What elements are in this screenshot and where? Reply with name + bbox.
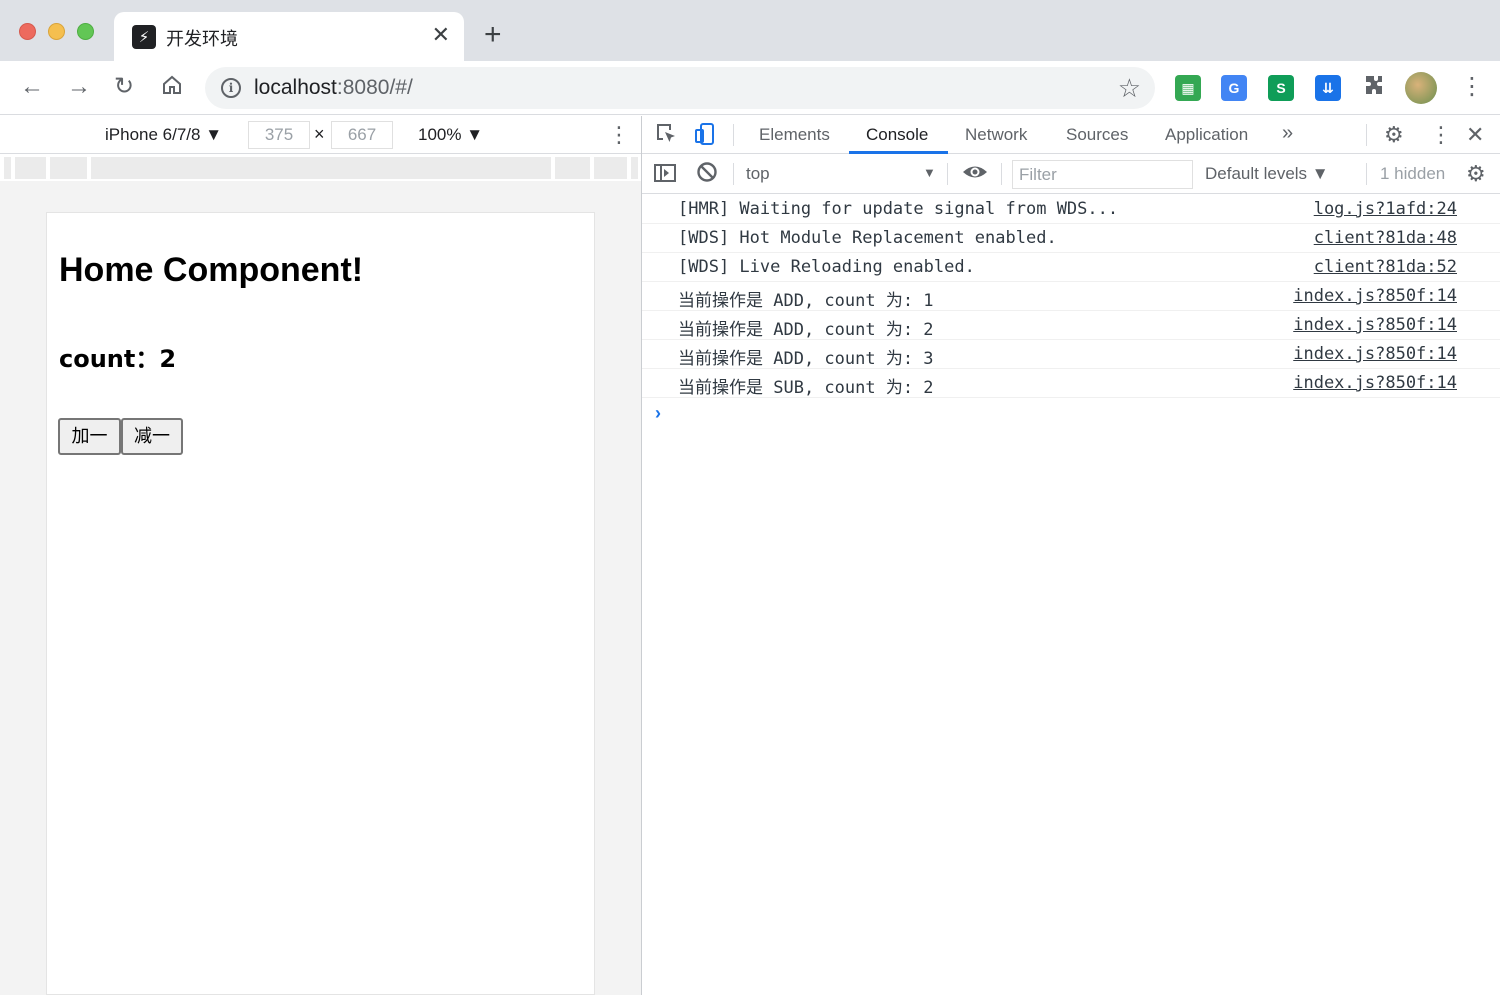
tab-title: 开发环境 bbox=[166, 29, 238, 50]
clear-console-icon[interactable] bbox=[696, 161, 718, 189]
grid-extension-icon[interactable]: ▦ bbox=[1175, 75, 1201, 101]
console-message: 当前操作是 ADD, count 为: 3 index.js?850f:14 bbox=[642, 340, 1500, 369]
more-tabs-icon[interactable]: » bbox=[1282, 122, 1293, 145]
device-select[interactable]: iPhone 6/7/8 ▼ bbox=[105, 125, 222, 145]
log-levels-select[interactable]: Default levels ▼ bbox=[1205, 164, 1329, 184]
tab-console[interactable]: Console bbox=[866, 125, 928, 145]
console-toolbar: top ▼ Filter Default levels ▼ 1 hidden ⚙ bbox=[642, 155, 1500, 194]
console-message: [WDS] Live Reloading enabled. client?81d… bbox=[642, 253, 1500, 282]
source-link[interactable]: log.js?1afd:24 bbox=[1314, 199, 1457, 219]
reload-icon[interactable]: ↻ bbox=[114, 73, 134, 101]
back-icon[interactable]: ← bbox=[20, 73, 44, 101]
console-settings-icon[interactable]: ⚙ bbox=[1466, 161, 1486, 187]
minimize-window-button[interactable] bbox=[48, 23, 65, 40]
device-menu-icon[interactable]: ⋮ bbox=[608, 122, 630, 148]
zoom-select[interactable]: 100% ▼ bbox=[418, 125, 483, 145]
chevron-down-icon: ▼ bbox=[923, 165, 936, 180]
browser-toolbar: ← → ↻ i localhost:8080/#/ ☆ ▦ G S ⇊ ⋮ bbox=[0, 61, 1500, 115]
media-query-ruler[interactable] bbox=[0, 155, 641, 181]
new-tab-icon[interactable]: + bbox=[484, 20, 502, 50]
console-message: 当前操作是 ADD, count 为: 1 index.js?850f:14 bbox=[642, 282, 1500, 311]
page-title: Home Component! bbox=[59, 251, 364, 289]
context-select[interactable]: top bbox=[746, 164, 770, 184]
eye-icon[interactable] bbox=[962, 161, 988, 189]
home-icon[interactable] bbox=[160, 73, 184, 104]
source-link[interactable]: index.js?850f:14 bbox=[1293, 373, 1457, 393]
browser-tab[interactable]: ⚡ 开发环境 ✕ bbox=[114, 12, 464, 61]
address-bar[interactable]: i localhost:8080/#/ ☆ bbox=[205, 67, 1155, 109]
info-icon[interactable]: i bbox=[221, 78, 241, 98]
console-message: 当前操作是 ADD, count 为: 2 index.js?850f:14 bbox=[642, 311, 1500, 340]
s-extension-icon[interactable]: S bbox=[1268, 75, 1294, 101]
source-link[interactable]: client?81da:52 bbox=[1314, 257, 1457, 277]
browser-menu-icon[interactable]: ⋮ bbox=[1460, 73, 1484, 101]
device-toolbar: iPhone 6/7/8 ▼ 375 × 667 100% ▼ ⋮ bbox=[0, 116, 641, 154]
filter-input[interactable]: Filter bbox=[1012, 160, 1193, 189]
close-devtools-icon[interactable]: ✕ bbox=[1466, 122, 1484, 148]
url-text[interactable]: localhost:8080/#/ bbox=[254, 76, 413, 100]
console-message: [WDS] Hot Module Replacement enabled. cl… bbox=[642, 224, 1500, 253]
tab-network[interactable]: Network bbox=[965, 125, 1027, 145]
settings-gear-icon[interactable]: ⚙ bbox=[1384, 122, 1404, 148]
close-window-button[interactable] bbox=[19, 23, 36, 40]
translate-extension-icon[interactable]: G bbox=[1221, 75, 1247, 101]
tab-strip: ⚡ 开发环境 ✕ + bbox=[0, 0, 1500, 61]
download-extension-icon[interactable]: ⇊ bbox=[1315, 75, 1341, 101]
hidden-count: 1 hidden bbox=[1380, 164, 1446, 183]
source-link[interactable]: index.js?850f:14 bbox=[1293, 315, 1457, 335]
profile-avatar[interactable] bbox=[1405, 72, 1437, 104]
zoom-window-button[interactable] bbox=[77, 23, 94, 40]
bookmark-star-icon[interactable]: ☆ bbox=[1118, 73, 1141, 104]
console-message: 当前操作是 SUB, count 为: 2 index.js?850f:14 bbox=[642, 369, 1500, 398]
count-display: count：2 bbox=[59, 345, 177, 373]
inspect-element-icon[interactable] bbox=[655, 122, 677, 150]
tab-application[interactable]: Application bbox=[1165, 125, 1248, 145]
forward-icon[interactable]: → bbox=[67, 73, 91, 101]
console-prompt[interactable]: › bbox=[655, 403, 661, 424]
source-link[interactable]: index.js?850f:14 bbox=[1293, 344, 1457, 364]
source-link[interactable]: client?81da:48 bbox=[1314, 228, 1457, 248]
dimension-separator: × bbox=[314, 124, 325, 144]
tab-sources[interactable]: Sources bbox=[1066, 125, 1128, 145]
emulated-page: Home Component! count：2 加一 减一 bbox=[46, 212, 595, 995]
tab-elements[interactable]: Elements bbox=[759, 125, 830, 145]
height-input[interactable]: 667 bbox=[331, 121, 393, 149]
width-input[interactable]: 375 bbox=[248, 121, 310, 149]
subtract-button[interactable]: 减一 bbox=[121, 418, 183, 455]
active-tab-indicator bbox=[849, 151, 948, 154]
add-button[interactable]: 加一 bbox=[58, 418, 121, 455]
console-message: [HMR] Waiting for update signal from WDS… bbox=[642, 195, 1500, 224]
sidebar-toggle-icon[interactable] bbox=[653, 161, 677, 191]
extensions-puzzle-icon[interactable] bbox=[1362, 73, 1386, 104]
close-icon[interactable]: ✕ bbox=[432, 22, 450, 48]
device-toggle-icon[interactable] bbox=[694, 122, 716, 152]
devtools-menu-icon[interactable]: ⋮ bbox=[1430, 122, 1452, 148]
source-link[interactable]: index.js?850f:14 bbox=[1293, 286, 1457, 306]
favicon-icon: ⚡ bbox=[132, 25, 156, 49]
devtools-tabbar: Elements Console Network Sources Applica… bbox=[642, 116, 1500, 154]
